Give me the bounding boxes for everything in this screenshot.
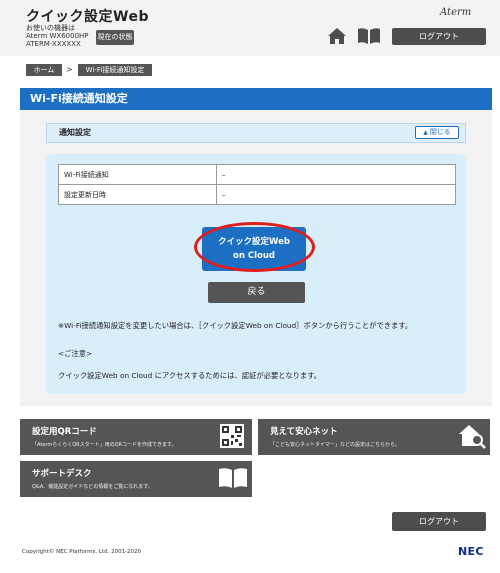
app-title: クイック設定Web	[26, 9, 149, 25]
table-value: –	[216, 184, 456, 205]
collapse-button[interactable]: ▲ 閉じる	[415, 126, 459, 139]
logout-button-bottom[interactable]: ログアウト	[392, 512, 486, 531]
logout-button-top[interactable]: ログアウト	[392, 28, 486, 45]
brand-logo: Aterm	[440, 7, 472, 18]
manual-book-icon[interactable]	[357, 27, 381, 45]
qr-tile-title: 設定用QRコード	[32, 427, 97, 437]
page-title-bar: Wi-Fi接続通知設定	[20, 88, 492, 110]
breadcrumb-separator: >	[66, 65, 73, 74]
device-id: ATERM-XXXXXX	[26, 40, 81, 48]
note-heading: <ご注意>	[58, 349, 93, 358]
chevron-up-icon: ▲	[423, 129, 428, 136]
copyright: Copyright© NEC Platforms, Ltd. 2001-2020	[22, 549, 142, 555]
table-key: 設定更新日時	[58, 184, 217, 205]
highlight-circle	[194, 222, 315, 272]
note-main: ※Wi-Fi接続通知設定を変更したい場合は、［クイック設定Web on Clou…	[58, 321, 413, 330]
table-row: 設定更新日時 –	[58, 184, 456, 205]
page-title: Wi-Fi接続通知設定	[30, 92, 128, 105]
safe-tile-desc: 「こども安心ネットタイマー」などの設定はこちらから。	[270, 442, 401, 448]
table-key: Wi-Fi接続通知	[58, 164, 217, 185]
model-info: お使いの機器は Aterm WX6000HP ATERM-XXXXXX	[26, 24, 89, 48]
back-button[interactable]: 戻る	[208, 282, 305, 303]
collapse-label: 閉じる	[429, 128, 451, 136]
safe-tile-title: 見えて安心ネット	[270, 427, 338, 437]
support-desk-tile[interactable]: サポートデスク Q&A、機能設定ガイドなどの情報をご覧になれます。	[20, 461, 252, 497]
support-tile-title: サポートデスク	[32, 469, 92, 479]
note-detail: クイック設定Web on Cloud にアクセスするためには、認証が必要となりま…	[58, 371, 322, 380]
house-search-icon	[459, 425, 486, 449]
table-value: –	[216, 164, 456, 185]
status-table: Wi-Fi接続通知 – 設定更新日時 –	[58, 164, 456, 205]
open-book-icon	[219, 468, 247, 488]
qr-code-icon	[220, 424, 244, 448]
home-icon[interactable]	[327, 27, 347, 45]
current-status-button[interactable]: 現在の状態	[96, 30, 134, 45]
breadcrumb-current: Wi-Fi接続通知設定	[78, 64, 152, 76]
breadcrumb-home[interactable]: ホーム	[26, 64, 62, 76]
model-label: お使いの機器は	[26, 24, 75, 32]
qr-tile-desc: 「AtermらくらくQRスタート」用のQRコードを作成できます。	[32, 442, 177, 448]
safe-net-tile[interactable]: 見えて安心ネット 「こども安心ネットタイマー」などの設定はこちらから。	[258, 419, 490, 455]
qr-code-tile[interactable]: 設定用QRコード 「AtermらくらくQRスタート」用のQRコードを作成できます…	[20, 419, 252, 455]
section-title: 通知設定	[59, 128, 91, 137]
section-header: 通知設定 ▲ 閉じる	[46, 123, 466, 143]
support-tile-desc: Q&A、機能設定ガイドなどの情報をご覧になれます。	[32, 484, 153, 490]
nec-logo: NEC	[458, 545, 484, 558]
model-name: Aterm WX6000HP	[26, 32, 89, 40]
table-row: Wi-Fi接続通知 –	[58, 164, 456, 185]
